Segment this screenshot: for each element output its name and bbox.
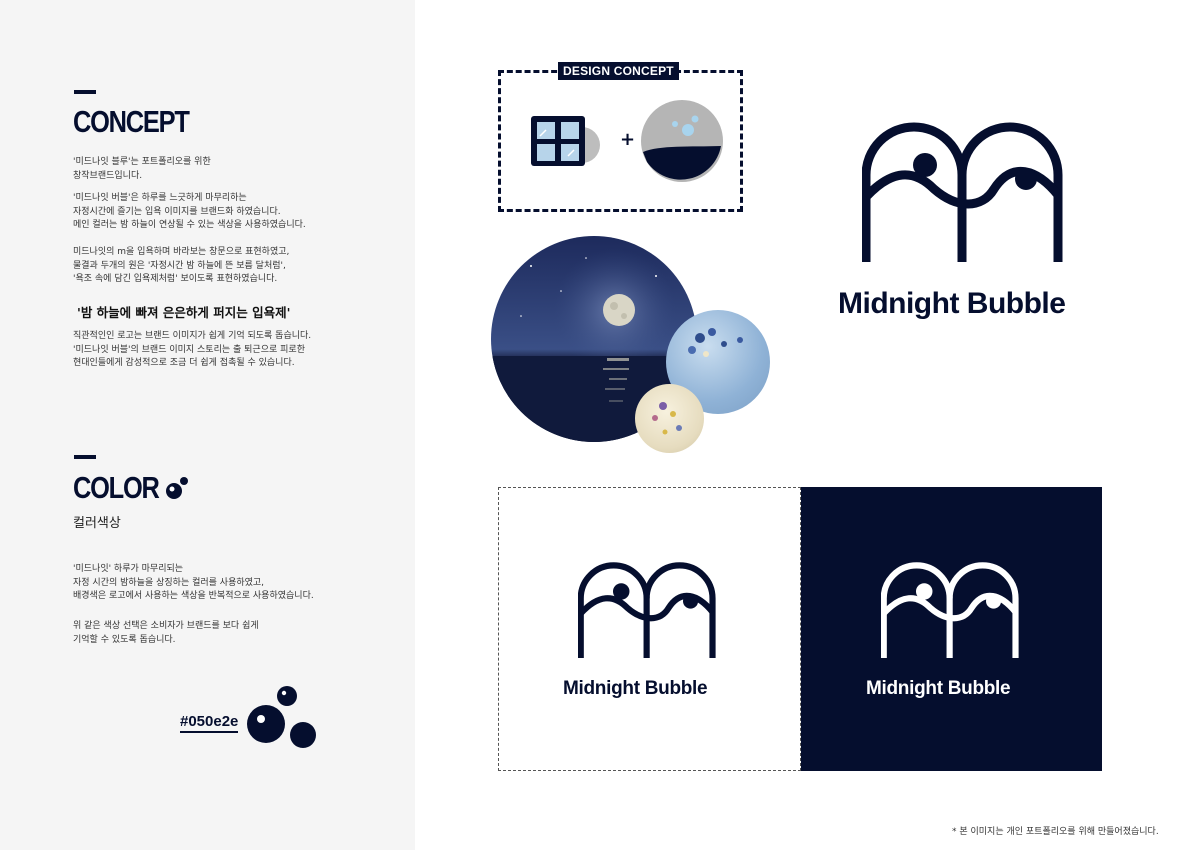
concept-paragraph-3: 미드나잇의 m을 입욕하며 바라보는 창문으로 표현하였고, 물결과 두개의 원… — [73, 247, 290, 284]
color-paragraph-2: 위 같은 색상 선택은 소비자가 브랜드를 보다 쉽게 기억할 수 있도록 돕습… — [73, 621, 259, 645]
bubbles-icon — [166, 477, 188, 499]
light-card-wordmark: Midnight Bubble — [563, 678, 708, 699]
floral-bath-bomb — [635, 384, 704, 453]
footnote: * 본 이미지는 개인 포트폴리오를 위해 만들어졌습니다. — [952, 827, 1159, 837]
concept-highlight: '밤 하늘에 빠져 은은하게 퍼지는 입욕제' — [77, 305, 291, 320]
concept-heading-bar — [74, 90, 96, 94]
dark-card-logo-mark — [881, 558, 1021, 662]
color-subheading: 컬러색상 — [73, 516, 121, 531]
bath-bubble-icon — [641, 100, 723, 182]
color-heading-bar — [74, 455, 96, 459]
plus-sign: + — [620, 129, 635, 150]
window-icon — [531, 116, 600, 182]
main-logo-wordmark: Midnight Bubble — [838, 287, 1066, 320]
color-heading: COLOR — [73, 470, 160, 505]
design-concept-illustration: + — [531, 100, 723, 182]
concept-paragraph-1: '미드나잇 블루'는 포트폴리오를 위한 창작브랜드입니다. — [73, 157, 211, 181]
color-paragraph-1: '미드나잇' 하루가 마무리되는 자정 시간의 밤하늘을 상징하는 컬러를 사용… — [73, 564, 314, 601]
concept-panel: CONCEPT '미드나잇 블루'는 포트폴리오를 위한 창작브랜드입니다. '… — [0, 0, 415, 850]
concept-paragraph-4: 직관적인인 로고는 브랜드 이미지가 쉽게 기억 되도록 돕습니다. '미드나잇… — [73, 331, 312, 368]
color-swatch-bubbles — [247, 686, 316, 748]
light-card-logo-mark — [578, 558, 718, 662]
design-concept-label: DESIGN CONCEPT — [558, 62, 679, 80]
hex-label: #050e2e — [180, 713, 239, 733]
dark-card-wordmark: Midnight Bubble — [866, 678, 1011, 699]
main-logo-mark — [862, 117, 1066, 267]
concept-heading: CONCEPT — [73, 104, 190, 139]
concept-paragraph-2: '미드나잇 버블'은 하루를 느긋하게 마무리하는 자정시간에 즐기는 입욕 이… — [73, 193, 306, 230]
